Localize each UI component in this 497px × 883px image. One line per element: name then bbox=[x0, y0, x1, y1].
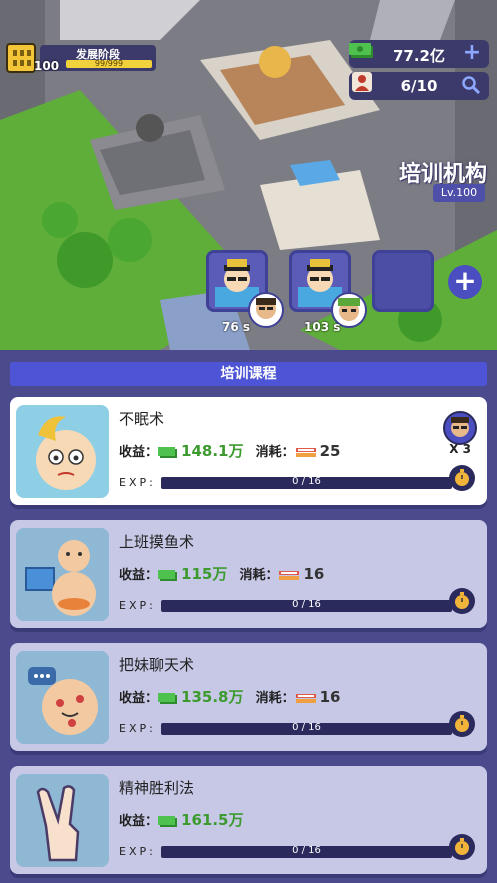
course-name: 不眠术 bbox=[119, 410, 165, 428]
stage-level: 100 bbox=[34, 59, 60, 73]
exp-bar: 0 / 16 bbox=[161, 722, 452, 735]
exp-bar: 0 / 16 bbox=[161, 599, 452, 612]
stage-progress-bar: 99/999 bbox=[66, 59, 152, 68]
staff-panel: 6/10 bbox=[349, 72, 489, 100]
exp-label: EXP: bbox=[119, 599, 156, 612]
stopwatch-icon bbox=[455, 592, 469, 609]
income-label: 收益： bbox=[119, 814, 159, 829]
cost-label: 消耗： bbox=[255, 445, 295, 460]
course-stats: 收益： 161.5万 bbox=[119, 809, 243, 830]
cash-icon bbox=[158, 446, 178, 458]
cost-value: 25 bbox=[319, 442, 341, 460]
course-name: 上班摸鱼术 bbox=[119, 533, 195, 551]
cost-label: 消耗： bbox=[239, 568, 279, 583]
add-money-button[interactable]: + bbox=[461, 40, 483, 65]
exp-text: 0 / 16 bbox=[292, 722, 321, 733]
speedup-button[interactable] bbox=[449, 588, 475, 614]
stopwatch-icon bbox=[455, 838, 469, 855]
add-slot-button[interactable]: + bbox=[448, 265, 482, 299]
course-name: 把妹聊天术 bbox=[119, 656, 195, 674]
assigned-staff-avatar-icon[interactable] bbox=[443, 411, 477, 445]
cash-icon bbox=[158, 692, 178, 704]
income-label: 收益： bbox=[119, 568, 159, 583]
course-name: 精神胜利法 bbox=[119, 779, 195, 797]
book-icon bbox=[279, 570, 300, 580]
exp-bar: 0 / 16 bbox=[161, 476, 452, 489]
teacher-avatar-icon bbox=[248, 292, 284, 328]
income-label: 收益： bbox=[119, 445, 159, 460]
course-card-3[interactable]: 把妹聊天术 收益： 135.8万 消耗： 16 EXP: 0 / 16 bbox=[10, 643, 487, 751]
exp-label: EXP: bbox=[119, 845, 156, 858]
search-staff-button[interactable] bbox=[461, 75, 483, 97]
cash-icon bbox=[158, 815, 178, 827]
victory-hand-icon bbox=[16, 774, 109, 867]
stopwatch-icon bbox=[455, 715, 469, 732]
stage-progress-text: 99/999 bbox=[94, 59, 124, 68]
cash-icon bbox=[158, 569, 178, 581]
assigned-count: X 3 bbox=[449, 442, 471, 456]
chat-kiss-icon bbox=[16, 651, 109, 744]
exp-text: 0 / 16 bbox=[292, 845, 321, 856]
city-scene[interactable]: 发展阶段 99/999 100 77.2亿 + 6/10 培训机构 Lv.100… bbox=[0, 0, 497, 350]
income-value: 135.8万 bbox=[181, 688, 244, 706]
section-title: 培训课程 bbox=[10, 362, 487, 386]
course-stats: 收益： 148.1万 消耗： 25 bbox=[119, 440, 341, 461]
course-card-2[interactable]: 上班摸鱼术 收益： 115万 消耗： 16 EXP: 0 / 16 bbox=[10, 520, 487, 628]
exp-text: 0 / 16 bbox=[292, 599, 321, 610]
institute-level: Lv.100 bbox=[433, 184, 485, 202]
exp-label: EXP: bbox=[119, 476, 156, 489]
building-icon bbox=[6, 43, 36, 73]
search-icon bbox=[462, 76, 481, 95]
book-icon bbox=[295, 693, 316, 703]
income-value: 161.5万 bbox=[181, 811, 244, 829]
income-value: 148.1万 bbox=[181, 442, 244, 460]
speedup-button[interactable] bbox=[449, 465, 475, 491]
sleepless-face-icon bbox=[16, 405, 109, 498]
speedup-button[interactable] bbox=[449, 711, 475, 737]
training-slot-3-empty[interactable] bbox=[372, 250, 434, 312]
slacking-icon bbox=[16, 528, 109, 621]
exp-text: 0 / 16 bbox=[292, 476, 321, 487]
income-value: 115万 bbox=[181, 565, 228, 583]
cost-label: 消耗： bbox=[255, 691, 295, 706]
course-stats: 收益： 115万 消耗： 16 bbox=[119, 563, 324, 584]
exp-bar: 0 / 16 bbox=[161, 845, 452, 858]
cost-value: 16 bbox=[319, 688, 341, 706]
cost-value: 16 bbox=[303, 565, 325, 583]
development-stage[interactable]: 发展阶段 99/999 100 bbox=[6, 43, 156, 73]
stopwatch-icon bbox=[455, 469, 469, 486]
course-stats: 收益： 135.8万 消耗： 16 bbox=[119, 686, 341, 707]
course-card-4[interactable]: 精神胜利法 收益： 161.5万 EXP: 0 / 16 bbox=[10, 766, 487, 874]
speedup-button[interactable] bbox=[449, 834, 475, 860]
plus-icon: + bbox=[462, 40, 482, 65]
course-card-1[interactable]: 不眠术 收益： 148.1万 消耗： 25 EXP: 0 / 16 X 3 bbox=[10, 397, 487, 505]
slot-2-timer: 103 s bbox=[304, 320, 341, 334]
money-value: 77.2亿 bbox=[392, 47, 445, 65]
exp-label: EXP: bbox=[119, 722, 156, 735]
slot-1-timer: 76 s bbox=[222, 320, 251, 334]
person-icon bbox=[352, 72, 372, 92]
money-panel: 77.2亿 + bbox=[349, 40, 489, 68]
income-label: 收益： bbox=[119, 691, 159, 706]
plus-icon: + bbox=[453, 264, 477, 297]
cash-icon bbox=[349, 43, 373, 58]
book-icon bbox=[295, 447, 316, 457]
staff-value: 6/10 bbox=[400, 77, 438, 95]
